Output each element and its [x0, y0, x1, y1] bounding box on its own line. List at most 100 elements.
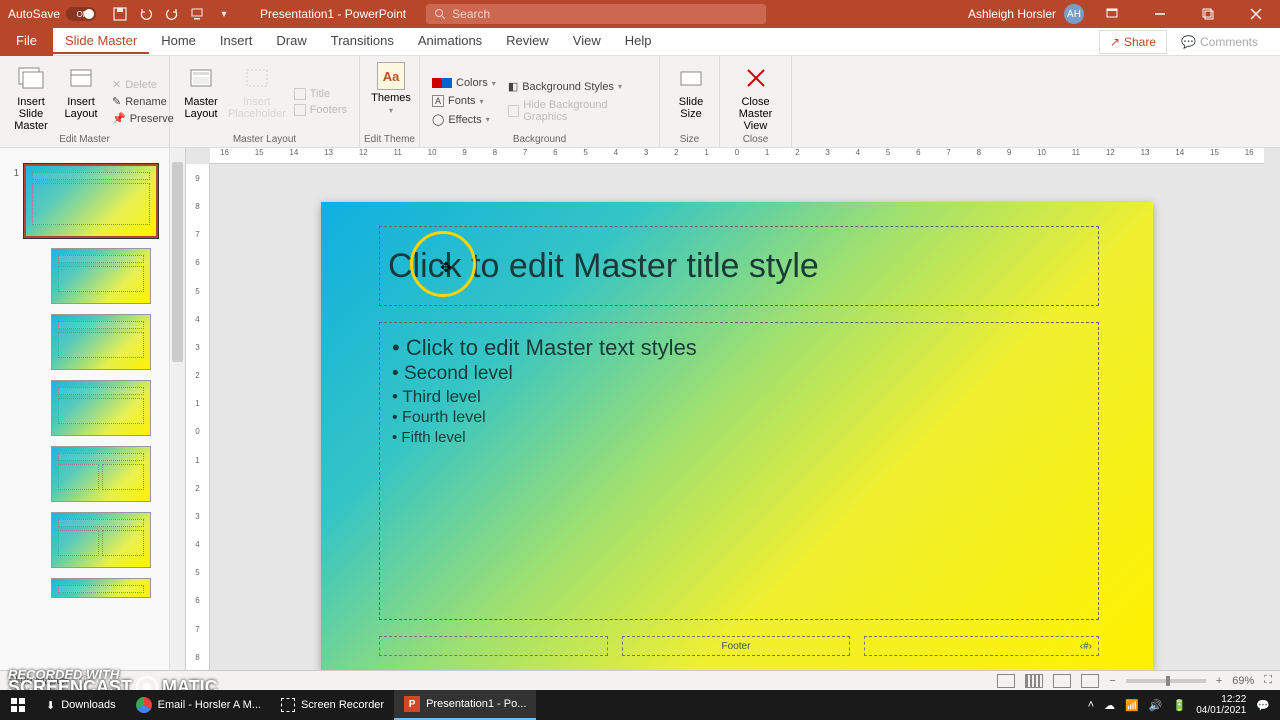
layout-thumbnail[interactable] — [51, 512, 151, 568]
fit-to-window-button[interactable]: ⛶ — [1264, 674, 1272, 687]
tab-slide-master[interactable]: Slide Master — [53, 29, 149, 54]
user-avatar[interactable]: AH — [1064, 4, 1084, 24]
start-button[interactable] — [0, 690, 36, 720]
sorter-view-button[interactable] — [1025, 674, 1043, 688]
tray-cloud-icon[interactable]: ☁ — [1104, 699, 1115, 712]
taskbar-email[interactable]: Email - Horsler A M... — [126, 690, 271, 720]
colors-button[interactable]: Colors▾ — [428, 76, 500, 90]
placeholder-icon — [241, 62, 273, 94]
insert-placeholder-button[interactable]: Insert Placeholder — [228, 60, 286, 143]
bg-styles-icon: ◧ — [508, 80, 518, 93]
body-placeholder[interactable]: Click to edit Master text styles Second … — [379, 322, 1099, 620]
slide-canvas[interactable]: Click to edit Master title style ✥ Click… — [210, 164, 1264, 700]
slideshow-view-button[interactable] — [1081, 674, 1099, 688]
layout-thumbnail[interactable] — [51, 578, 151, 598]
tab-draw[interactable]: Draw — [264, 29, 318, 54]
slide-master[interactable]: Click to edit Master title style ✥ Click… — [321, 202, 1153, 670]
main-area: 1 16151413121110987654321012345678910111… — [0, 148, 1280, 700]
close-master-view-button[interactable]: Close Master View — [728, 60, 783, 143]
fonts-button[interactable]: AFonts▾ — [428, 94, 500, 108]
thumbnail-scrollbar[interactable] — [169, 148, 185, 700]
taskbar-recorder[interactable]: Screen Recorder — [271, 690, 394, 720]
chrome-icon — [136, 697, 152, 713]
tab-file[interactable]: File — [0, 27, 53, 56]
share-button[interactable]: ↗Share — [1099, 30, 1167, 54]
tab-help[interactable]: Help — [613, 29, 664, 54]
date-placeholder[interactable] — [379, 636, 608, 656]
taskbar: ⬇Downloads Email - Horsler A M... Screen… — [0, 690, 1280, 720]
preserve-button[interactable]: 📌Preserve — [108, 111, 178, 126]
layout-thumbnail[interactable] — [51, 314, 151, 370]
search-box[interactable]: Search — [426, 4, 766, 24]
close-master-icon — [740, 62, 772, 94]
background-styles-button[interactable]: ◧Background Styles▾ — [504, 79, 651, 94]
search-placeholder: Search — [452, 7, 490, 21]
document-title: Presentation1 - PowerPoint — [260, 7, 406, 21]
autosave-toggle[interactable]: Off — [66, 7, 96, 21]
redo-icon[interactable] — [164, 6, 180, 22]
themes-icon: Aa — [377, 62, 405, 90]
delete-icon: ✕ — [112, 78, 121, 91]
zoom-in-button[interactable]: + — [1216, 675, 1222, 687]
zoom-slider[interactable] — [1126, 679, 1206, 683]
tab-insert[interactable]: Insert — [208, 29, 265, 54]
save-icon[interactable] — [112, 6, 128, 22]
more-icon[interactable]: ▾ — [216, 6, 232, 22]
autosave-control[interactable]: AutoSave Off — [0, 7, 104, 21]
effects-button[interactable]: ◯Effects▾ — [428, 112, 500, 127]
comments-button[interactable]: 💬Comments — [1171, 31, 1268, 53]
download-icon: ⬇ — [46, 699, 55, 712]
group-edit-master: Insert Slide Master Insert Layout ✕Delet… — [0, 56, 170, 147]
master-layout-button[interactable]: Master Layout — [178, 60, 224, 143]
footer-placeholder[interactable]: Footer — [622, 636, 851, 656]
horizontal-ruler[interactable]: 1615141312111098765432101234567891011121… — [210, 148, 1264, 164]
title-checkbox: Title — [290, 87, 351, 101]
themes-button[interactable]: Aa Themes ▾ — [368, 60, 414, 143]
reading-view-button[interactable] — [1053, 674, 1071, 688]
slide-size-button[interactable]: Slide Size — [668, 60, 714, 143]
taskbar-powerpoint[interactable]: PPresentation1 - Po... — [394, 690, 536, 720]
from-beginning-icon[interactable] — [190, 6, 206, 22]
layout-thumbnail[interactable] — [51, 446, 151, 502]
notifications-icon[interactable]: 💬 — [1256, 699, 1270, 712]
minimize-icon[interactable] — [1140, 0, 1180, 28]
tray-wifi-icon[interactable]: 📶 — [1125, 699, 1139, 712]
slide-master-icon — [15, 62, 47, 94]
insert-slide-master-button[interactable]: Insert Slide Master — [8, 60, 54, 143]
group-size: Slide Size Size — [660, 56, 720, 147]
powerpoint-icon: P — [404, 696, 420, 712]
insert-layout-button[interactable]: Insert Layout — [58, 60, 104, 143]
tab-home[interactable]: Home — [149, 29, 208, 54]
maximize-icon[interactable] — [1188, 0, 1228, 28]
ribbon: Insert Slide Master Insert Layout ✕Delet… — [0, 56, 1280, 148]
tab-animations[interactable]: Animations — [406, 29, 494, 54]
slide-size-icon — [675, 62, 707, 94]
share-icon: ↗ — [1110, 35, 1120, 49]
vertical-ruler[interactable]: 9876543210123456789 — [186, 164, 210, 700]
undo-icon[interactable] — [138, 6, 154, 22]
tab-view[interactable]: View — [561, 29, 613, 54]
taskbar-clock[interactable]: 12:22 04/01/2021 — [1196, 694, 1246, 716]
footer-row: Footer ‹#› — [379, 636, 1099, 656]
slide-number-placeholder[interactable]: ‹#› — [864, 636, 1099, 656]
tab-transitions[interactable]: Transitions — [319, 29, 406, 54]
comments-icon: 💬 — [1181, 35, 1196, 49]
effects-icon: ◯ — [432, 113, 444, 126]
zoom-out-button[interactable]: − — [1109, 675, 1115, 687]
master-thumbnail[interactable]: 1 — [24, 164, 158, 238]
layout-thumbnail[interactable] — [51, 248, 151, 304]
title-placeholder[interactable]: Click to edit Master title style ✥ — [379, 226, 1099, 306]
tray-battery-icon[interactable]: 🔋 — [1173, 699, 1187, 712]
normal-view-button[interactable] — [997, 674, 1015, 688]
taskbar-downloads[interactable]: ⬇Downloads — [36, 690, 126, 720]
zoom-value[interactable]: 69% — [1232, 675, 1254, 687]
user-name[interactable]: Ashleigh Horsler — [968, 7, 1056, 21]
tray-chevron-icon[interactable]: ˄ — [1088, 699, 1094, 711]
ribbon-options-icon[interactable] — [1092, 0, 1132, 28]
tray-volume-icon[interactable]: 🔊 — [1149, 699, 1163, 712]
thumbnail-panel[interactable]: 1 — [0, 148, 186, 700]
layout-thumbnail[interactable] — [51, 380, 151, 436]
close-icon[interactable] — [1236, 0, 1276, 28]
rename-button[interactable]: ✎Rename — [108, 94, 178, 109]
tab-review[interactable]: Review — [494, 29, 561, 54]
